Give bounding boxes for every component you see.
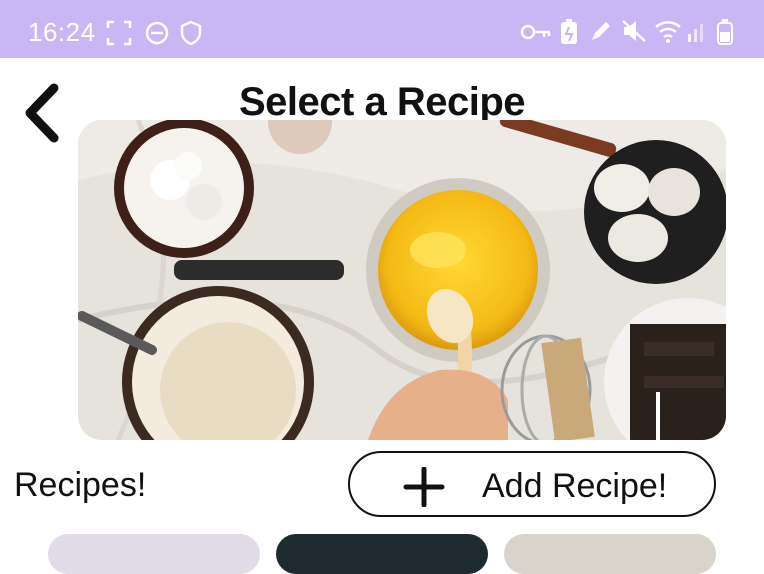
recipes-label: Recipes! bbox=[14, 466, 147, 504]
recipe-card[interactable] bbox=[276, 534, 488, 574]
hero-image bbox=[78, 120, 726, 440]
shield-icon bbox=[180, 20, 202, 46]
mute-icon bbox=[622, 20, 646, 42]
wifi-icon bbox=[655, 21, 681, 43]
key-icon bbox=[520, 24, 551, 40]
pen-icon bbox=[592, 22, 610, 40]
page-title: Select a Recipe bbox=[239, 80, 526, 124]
signal-icon bbox=[688, 24, 703, 42]
status-bar: 16:24 bbox=[0, 0, 764, 58]
add-recipe-label: Add Recipe! bbox=[482, 467, 668, 505]
battery-icon bbox=[717, 19, 733, 45]
recipe-card[interactable] bbox=[48, 534, 260, 574]
add-recipe-button[interactable]: Add Recipe! bbox=[348, 451, 716, 517]
battery-saver-icon bbox=[561, 19, 577, 44]
plus-icon bbox=[403, 467, 445, 507]
recipe-card[interactable] bbox=[504, 534, 716, 574]
status-time: 16:24 bbox=[28, 17, 96, 47]
screenshot-icon bbox=[106, 20, 132, 46]
dnd-icon bbox=[145, 21, 169, 45]
